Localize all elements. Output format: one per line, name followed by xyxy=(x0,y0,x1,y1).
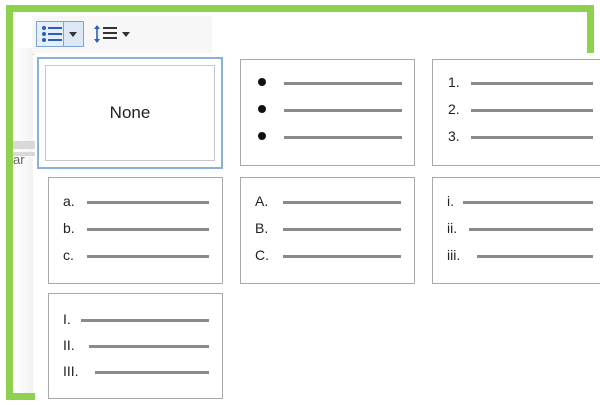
list-style-numbers[interactable]: 1. 2. 3. xyxy=(432,59,600,166)
list-marker: II. xyxy=(63,337,75,353)
list-preview-row xyxy=(241,101,414,117)
text-line xyxy=(471,136,593,139)
ruler-mark xyxy=(13,152,35,156)
list-preview-row: 3. xyxy=(433,128,600,144)
text-line xyxy=(283,201,401,204)
list-style-dropdown-button[interactable] xyxy=(63,22,83,46)
list-preview-row: A. xyxy=(241,193,414,209)
list-preview-row: III. xyxy=(49,363,222,379)
text-line xyxy=(471,109,593,112)
tile-preview: None xyxy=(45,65,215,161)
bullet-list-button[interactable] xyxy=(36,21,84,47)
list-preview-row: II. xyxy=(49,337,222,353)
text-line xyxy=(284,136,402,139)
list-preview-row: I. xyxy=(49,311,222,327)
list-marker: III. xyxy=(63,363,79,379)
list-style-none[interactable]: None xyxy=(37,57,223,169)
text-line xyxy=(87,228,209,231)
list-style-upper-roman[interactable]: I. II. III. xyxy=(48,293,223,399)
list-marker: C. xyxy=(255,247,269,263)
list-style-lower-alpha[interactable]: a. b. c. xyxy=(48,177,223,284)
list-marker: B. xyxy=(255,220,269,236)
text-line xyxy=(87,201,209,204)
list-preview-row: iii. xyxy=(433,247,600,263)
list-preview-row: 2. xyxy=(433,101,600,117)
text-line xyxy=(87,255,209,258)
list-marker: 2. xyxy=(448,101,460,117)
list-style-lower-roman[interactable]: i. ii. iii. xyxy=(432,177,600,284)
ruler-mark xyxy=(13,141,35,149)
text-line xyxy=(469,228,593,231)
text-line xyxy=(477,255,593,258)
list-toolbar xyxy=(32,16,212,55)
list-marker: c. xyxy=(63,247,74,263)
text-line xyxy=(95,371,209,374)
chevron-down-icon xyxy=(69,32,77,37)
text-line xyxy=(471,82,593,85)
text-line xyxy=(463,201,593,204)
list-preview-row: i. xyxy=(433,193,600,209)
list-preview-row: B. xyxy=(241,220,414,236)
list-marker: i. xyxy=(447,193,454,209)
list-marker: b. xyxy=(63,220,75,236)
text-line xyxy=(283,255,401,258)
line-spacing-button[interactable] xyxy=(88,21,136,47)
list-marker: A. xyxy=(255,193,269,209)
line-spacing-icon xyxy=(94,24,118,49)
list-preview-row: a. xyxy=(49,193,222,209)
text-line xyxy=(284,109,402,112)
list-preview-row xyxy=(241,128,414,144)
bulleted-list-icon xyxy=(41,25,63,48)
list-preview-row: C. xyxy=(241,247,414,263)
none-label: None xyxy=(109,103,151,122)
text-line xyxy=(81,319,209,322)
list-preview-row xyxy=(241,74,414,90)
list-preview-row: c. xyxy=(49,247,222,263)
document-edge: ar xyxy=(13,48,35,393)
list-style-gallery: None 1. 2. 3. a. b. c. A. B. C. i. ii. i… xyxy=(35,53,600,403)
list-style-bullets[interactable] xyxy=(240,59,415,166)
list-marker: 1. xyxy=(448,74,460,90)
list-style-upper-alpha[interactable]: A. B. C. xyxy=(240,177,415,284)
text-line xyxy=(89,345,209,348)
text-line xyxy=(283,228,401,231)
bullet-icon xyxy=(258,132,266,140)
list-preview-row: ii. xyxy=(433,220,600,236)
list-marker: I. xyxy=(63,311,71,327)
list-preview-row: 1. xyxy=(433,74,600,90)
document-shade xyxy=(13,48,33,393)
bullet-icon xyxy=(258,105,266,113)
list-marker: 3. xyxy=(448,128,460,144)
bullet-icon xyxy=(258,78,266,86)
list-preview-row: b. xyxy=(49,220,222,236)
list-marker: iii. xyxy=(447,247,461,263)
text-line xyxy=(284,82,402,85)
list-marker: a. xyxy=(63,193,75,209)
list-marker: ii. xyxy=(447,220,458,236)
chevron-down-icon xyxy=(122,32,130,37)
